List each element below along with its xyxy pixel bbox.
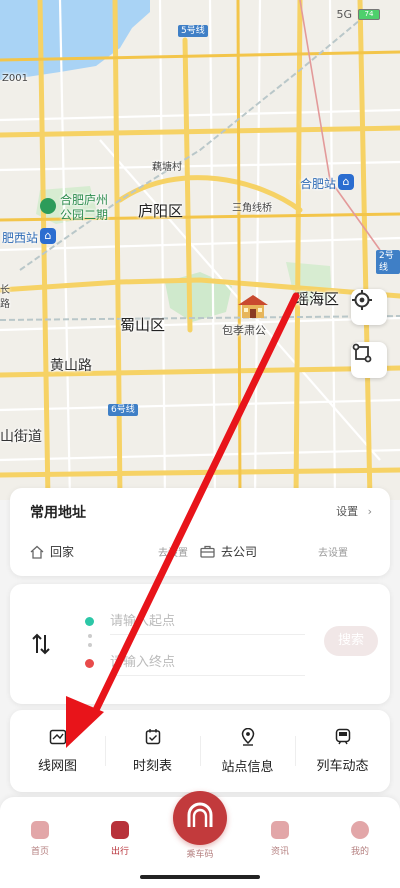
work-set-link[interactable]: 去设置: [318, 544, 348, 559]
nav-news[interactable]: 资讯: [260, 821, 300, 857]
map-label-street: 山街道: [0, 429, 42, 445]
station-icon[interactable]: ⌂: [338, 174, 354, 190]
common-address-title: 常用地址: [30, 505, 86, 521]
news-tab-icon: [271, 821, 289, 839]
tools-card: 线网图 时刻表 站点信息 列车动态: [10, 710, 390, 792]
home-address-button[interactable]: 回家: [30, 543, 74, 560]
ride-code-label: 乘车码: [186, 850, 214, 860]
map-label-huangshan-road: 黄山路: [50, 358, 92, 374]
end-input[interactable]: 请输入终点: [110, 650, 305, 676]
map-label-west-station: 肥西站: [2, 231, 39, 245]
search-button[interactable]: 搜索: [324, 626, 378, 656]
map-label-park: 合肥庐州 公园二期: [60, 193, 109, 222]
nav-news-label: 资讯: [270, 847, 289, 857]
nav-travel-label: 出行: [110, 847, 129, 857]
map-label-sanjiao: 三角线桥: [232, 203, 272, 214]
park-icon: [40, 198, 56, 214]
crosshair-icon: [352, 290, 372, 310]
map-label-shushan: 蜀山区: [120, 316, 166, 334]
signal-text: 5G: [336, 8, 352, 21]
profile-tab-icon: [351, 821, 369, 839]
work-label: 去公司: [221, 545, 258, 559]
map-label-outou: 藕塘村: [152, 162, 182, 173]
map-code-label: Z001: [2, 73, 28, 84]
tool-line-map[interactable]: 线网图: [10, 710, 105, 792]
map-label-hefei-station: 合肥站: [300, 177, 337, 191]
nav-home-label: 首页: [30, 847, 49, 857]
swap-icon[interactable]: [30, 632, 52, 656]
map-label-chang: 长 路: [0, 285, 10, 310]
tool-train-status[interactable]: 列车动态: [295, 710, 390, 792]
route-button[interactable]: [351, 342, 387, 378]
line-map-icon: [49, 729, 66, 744]
tool-timetable-label: 时刻表: [132, 759, 172, 774]
nav-travel[interactable]: 出行: [100, 821, 140, 857]
tool-line-map-label: 线网图: [37, 758, 77, 774]
home-indicator: [140, 875, 260, 879]
locate-button[interactable]: [351, 289, 387, 325]
map-view[interactable]: 5G 74 Z001 5号线 2号线 6号线 藕塘村 三角线桥 合肥站 ⌂ 合肥…: [0, 0, 400, 500]
home-set-link[interactable]: 去设置: [158, 544, 188, 559]
tool-station-info[interactable]: 站点信息: [200, 710, 295, 792]
train-icon: [335, 728, 350, 745]
common-address-card: 常用地址 设置 › 回家 去设置 去公司 去设置: [10, 488, 390, 576]
nav-home[interactable]: 首页: [20, 821, 60, 857]
map-label-yaohai: 瑶海区: [294, 290, 340, 308]
tool-station-info-label: 站点信息: [221, 759, 274, 775]
route-dot: [88, 643, 92, 647]
temple-icon[interactable]: [236, 292, 270, 320]
bottom-nav: 首页 出行 乘车码 资讯 我的: [0, 791, 400, 888]
status-bar: 5G 74: [336, 8, 380, 21]
route-search-card: 请输入起点 请输入终点 搜索: [10, 584, 390, 704]
west-station-icon[interactable]: ⌂: [40, 228, 56, 244]
address-settings-label: 设置: [336, 505, 359, 518]
route-icon: [352, 343, 372, 363]
work-address-button[interactable]: 去公司: [200, 543, 257, 560]
metro-tab-icon: [111, 821, 129, 839]
briefcase-icon: [200, 545, 215, 558]
tool-train-status-label: 列车动态: [316, 759, 369, 774]
location-pin-icon: [241, 727, 254, 746]
battery-icon: 74: [358, 9, 380, 20]
ride-code-button[interactable]: [173, 791, 227, 845]
tool-timetable[interactable]: 时刻表: [105, 710, 200, 792]
road-badge-line2: 2号线: [376, 250, 400, 274]
metro-gate-icon: [187, 802, 213, 827]
chevron-right-icon: ›: [367, 505, 372, 518]
road-badge-line6: 6号线: [108, 404, 138, 416]
home-tab-icon: [31, 821, 49, 839]
map-label-luyang: 庐阳区: [138, 202, 184, 220]
road-badge-line5: 5号线: [178, 25, 208, 37]
start-dot: [85, 617, 94, 626]
end-dot: [85, 659, 94, 668]
calendar-icon: [145, 729, 160, 745]
map-label-baogong: 包孝肃公: [222, 324, 266, 337]
nav-mine-label: 我的: [350, 847, 369, 857]
home-label: 回家: [50, 545, 75, 559]
address-settings-link[interactable]: 设置 ›: [336, 503, 372, 519]
map-roads: [0, 0, 400, 500]
start-input[interactable]: 请输入起点: [110, 609, 305, 635]
home-icon: [30, 545, 44, 559]
route-dot: [88, 634, 92, 638]
nav-mine[interactable]: 我的: [340, 821, 380, 857]
